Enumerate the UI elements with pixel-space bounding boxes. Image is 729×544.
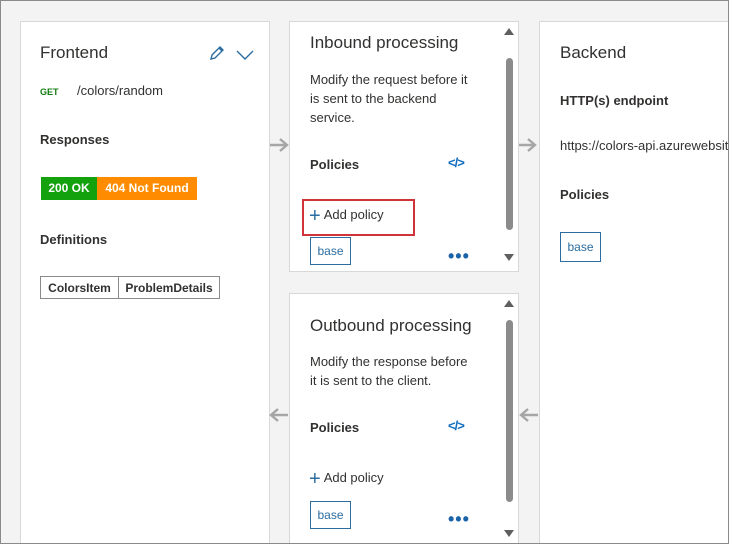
inbound-processing-panel: Inbound processing Modify the request be… xyxy=(289,21,519,272)
highlight-box xyxy=(302,199,415,236)
backend-title: Backend xyxy=(560,43,627,62)
definition-problemdetails[interactable]: ProblemDetails xyxy=(118,276,220,299)
inbound-scrollbar[interactable] xyxy=(503,26,515,270)
code-editor-icon[interactable]: </> xyxy=(448,155,465,170)
scroll-thumb[interactable] xyxy=(506,320,513,502)
code-editor-icon[interactable]: </> xyxy=(448,418,465,433)
definition-colorsitem[interactable]: ColorsItem xyxy=(40,276,119,299)
pencil-icon[interactable] xyxy=(208,44,226,67)
add-policy-label: Add policy xyxy=(323,470,384,485)
inbound-base-policy[interactable]: base xyxy=(310,237,351,265)
inbound-description: Modify the request before it is sent to … xyxy=(310,70,468,127)
responses-heading: Responses xyxy=(40,132,110,147)
inbound-description-line: Modify the request before it xyxy=(310,72,468,87)
outbound-policies-heading: Policies xyxy=(310,420,360,435)
frontend-panel: Frontend GET /colors/random Responses 20… xyxy=(20,21,270,543)
scroll-down-icon[interactable] xyxy=(504,530,514,537)
backend-panel: Backend HTTP(s) endpoint https://colors-… xyxy=(539,21,729,543)
scroll-up-icon[interactable] xyxy=(504,300,514,307)
inbound-policies-heading: Policies xyxy=(310,157,360,172)
definitions-heading: Definitions xyxy=(40,232,108,247)
inbound-description-line: is sent to the backend xyxy=(310,91,437,106)
more-options-icon[interactable]: ••• xyxy=(448,246,470,267)
outbound-description-line: Modify the response before xyxy=(310,354,468,369)
api-design-canvas: Frontend GET /colors/random Responses 20… xyxy=(0,0,729,544)
scroll-thumb[interactable] xyxy=(506,58,513,230)
operation-path: /colors/random xyxy=(77,83,163,98)
http-method-badge: GET xyxy=(40,87,59,97)
outbound-description-line: it is sent to the client. xyxy=(310,373,432,388)
outbound-add-policy-button[interactable]: + Add policy xyxy=(309,468,384,491)
plus-icon: + xyxy=(309,468,321,490)
scroll-up-icon[interactable] xyxy=(504,28,514,35)
chevron-down-icon[interactable] xyxy=(236,48,254,66)
arrow-right-icon xyxy=(517,138,537,157)
response-200-badge[interactable]: 200 OK xyxy=(41,177,97,200)
inbound-title: Inbound processing xyxy=(310,33,459,52)
arrow-left-icon xyxy=(519,408,539,427)
endpoint-url: https://colors-api.azurewebsit xyxy=(560,138,729,153)
backend-base-policy[interactable]: base xyxy=(560,232,601,262)
outbound-description: Modify the response before it is sent to… xyxy=(310,352,468,390)
outbound-title: Outbound processing xyxy=(310,316,472,335)
outbound-scrollbar[interactable] xyxy=(503,298,515,543)
more-options-icon[interactable]: ••• xyxy=(448,509,470,530)
endpoint-heading: HTTP(s) endpoint xyxy=(560,93,669,108)
arrow-left-icon xyxy=(269,408,289,427)
frontend-title: Frontend xyxy=(40,43,109,62)
arrow-right-icon xyxy=(269,138,289,157)
scroll-down-icon[interactable] xyxy=(504,254,514,261)
inbound-description-line: service. xyxy=(310,110,355,125)
response-404-badge[interactable]: 404 Not Found xyxy=(97,177,197,200)
backend-policies-heading: Policies xyxy=(560,187,610,202)
outbound-processing-panel: Outbound processing Modify the response … xyxy=(289,293,519,543)
outbound-base-policy[interactable]: base xyxy=(310,501,351,529)
